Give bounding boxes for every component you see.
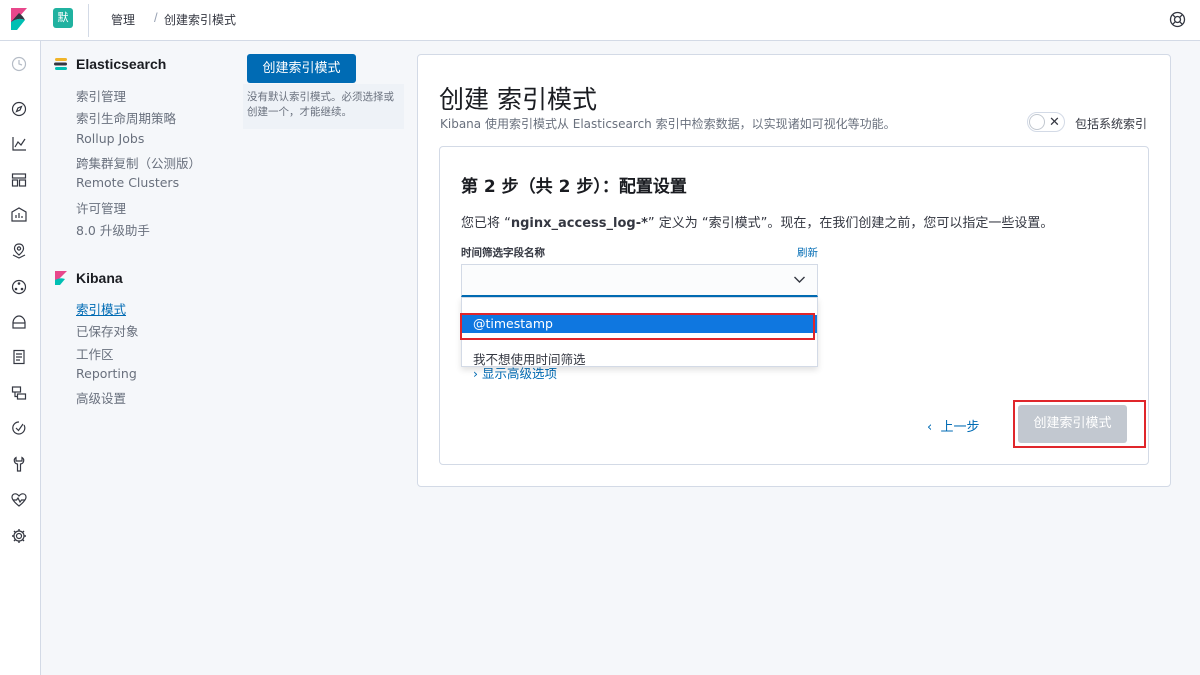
recent-clock-icon[interactable] <box>10 55 28 73</box>
dropdown-option-blank[interactable] <box>462 298 817 314</box>
dev-tools-wrench-icon[interactable] <box>10 455 28 473</box>
maps-icon[interactable] <box>10 242 28 260</box>
top-header: 默 管理 / 创建索引模式 <box>0 0 1200 41</box>
nav-rail <box>0 41 41 675</box>
toggle-off-x-icon: ✕ <box>1049 114 1060 129</box>
highlight-box-timestamp <box>460 313 815 340</box>
infrastructure-icon[interactable] <box>10 313 28 331</box>
breadcrumb-current: 创建索引模式 <box>164 13 237 27</box>
header-divider <box>88 4 89 37</box>
sidebar-item-saved-objects[interactable]: 已保存对象 <box>76 321 139 340</box>
time-field-select[interactable] <box>461 264 818 297</box>
step-desc-prefix: 您已将 “ <box>461 216 511 231</box>
apm-icon[interactable] <box>10 384 28 402</box>
sidebar-item-ccr[interactable]: 跨集群复制（公测版） <box>76 153 201 172</box>
back-button[interactable]: ‹ 上一步 <box>927 416 979 435</box>
sidebar-section-kibana: Kibana <box>76 270 123 286</box>
chevron-left-icon: ‹ <box>927 420 933 435</box>
step-title: 第 2 步（共 2 步）：配置设置 <box>461 177 687 197</box>
sidebar-item-reporting[interactable]: Reporting <box>76 366 137 381</box>
no-default-hint-text: 没有默认索引模式。必须选择或 创建一个，才能继续。 <box>247 90 402 120</box>
step-description: 您已将 “nginx_access_log-*” 定义为 “索引模式”。现在，在… <box>461 212 1053 231</box>
kibana-logo-icon[interactable] <box>9 8 29 30</box>
index-pattern-name: nginx_access_log-* <box>510 216 648 231</box>
include-system-indices-label: 包括系统索引 <box>1075 117 1148 131</box>
hint-line-1: 没有默认索引模式。必须选择或 <box>247 91 394 103</box>
uptime-icon[interactable] <box>10 419 28 437</box>
sidebar-item-remote-clusters[interactable]: Remote Clusters <box>76 175 179 190</box>
visualize-chart-icon[interactable] <box>10 135 28 153</box>
create-index-pattern-button[interactable]: 创建索引模式 <box>247 54 356 83</box>
sidebar-item-index-patterns[interactable]: 索引模式 <box>76 299 126 318</box>
highlight-box-submit <box>1013 400 1146 448</box>
advanced-options-label: 显示高级选项 <box>481 366 557 381</box>
help-icon[interactable] <box>1169 11 1186 28</box>
dashboard-icon[interactable] <box>10 171 28 189</box>
include-system-indices-toggle[interactable]: ✕ <box>1027 112 1065 132</box>
sidebar-item-license[interactable]: 许可管理 <box>76 198 126 217</box>
toggle-knob <box>1029 114 1045 130</box>
sidebar-section-elasticsearch: Elasticsearch <box>76 56 167 72</box>
sidebar-item-ilm-policies[interactable]: 索引生命周期策略 <box>76 108 176 127</box>
back-button-label: 上一步 <box>940 420 980 435</box>
sidebar-item-upgrade-assistant[interactable]: 8.0 升级助手 <box>76 220 150 239</box>
chevron-down-icon[interactable] <box>793 273 806 286</box>
machine-learning-icon[interactable] <box>10 278 28 296</box>
discover-compass-icon[interactable] <box>10 100 28 118</box>
canvas-icon[interactable] <box>10 206 28 224</box>
space-avatar[interactable]: 默 <box>53 8 73 28</box>
sidebar-item-advanced-settings[interactable]: 高级设置 <box>76 388 126 407</box>
breadcrumb-management[interactable]: 管理 <box>111 11 135 28</box>
time-field-label: 时间筛选字段名称 <box>461 247 545 259</box>
step-desc-suffix: ” 定义为 “索引模式”。现在，在我们创建之前，您可以指定一些设置。 <box>647 216 1054 231</box>
dropdown-option-no-time-filter[interactable]: 我不想使用时间筛选 <box>473 349 586 368</box>
kibana-section-logo-icon <box>54 271 68 285</box>
management-gear-icon[interactable] <box>10 527 28 545</box>
sidebar-item-spaces[interactable]: 工作区 <box>76 344 114 363</box>
elasticsearch-logo-icon <box>54 57 68 71</box>
sidebar-item-index-management[interactable]: 索引管理 <box>76 86 126 105</box>
hint-line-2: 创建一个，才能继续。 <box>247 106 352 118</box>
monitoring-heartbeat-icon[interactable] <box>10 491 28 509</box>
page-description: Kibana 使用索引模式从 Elasticsearch 索引中检索数据，以实现… <box>440 117 896 131</box>
page-title: 创建 索引模式 <box>439 85 597 114</box>
logs-icon[interactable] <box>10 348 28 366</box>
sidebar-item-rollup-jobs[interactable]: Rollup Jobs <box>76 131 144 146</box>
breadcrumb-separator: / <box>154 10 158 25</box>
refresh-fields-link[interactable]: 刷新 <box>797 245 818 260</box>
